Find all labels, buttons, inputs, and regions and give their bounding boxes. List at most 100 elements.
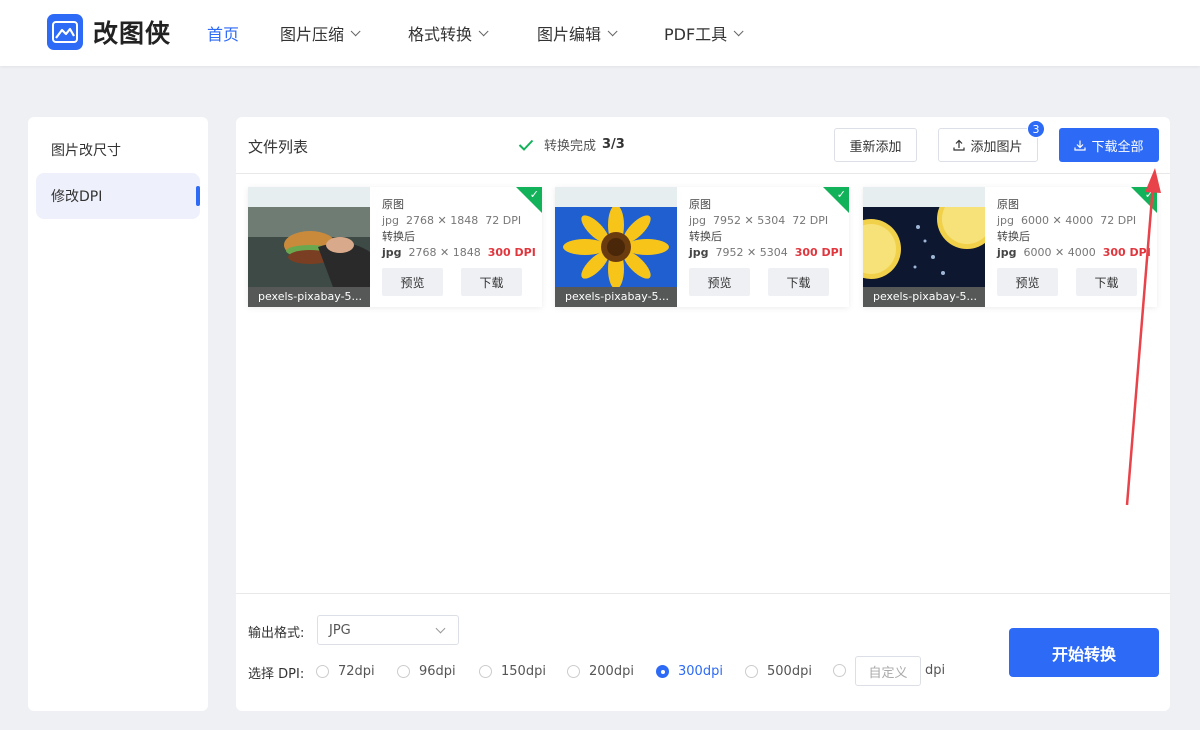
- sidebar-item-label: 图片改尺寸: [51, 143, 121, 159]
- file-info: 原图 jpg 6000 ✕ 4000 72 DPI 转换后 jpg 6000 ✕…: [997, 197, 1151, 261]
- original-size: 7952 ✕ 5304: [713, 214, 786, 227]
- file-card: pexels-pixabay-5... 原图 jpg 7952 ✕ 5304 7…: [555, 187, 849, 307]
- add-image-button[interactable]: 添加图片 3: [938, 120, 1045, 162]
- divider: [236, 173, 1170, 174]
- converted-label: 转换后: [997, 230, 1030, 243]
- dpi-label: 选择 DPI:: [248, 667, 305, 682]
- burger-photo: [248, 207, 370, 287]
- conversion-status: 转换完成 3/3: [518, 135, 625, 154]
- top-bar: 改图侠 首页 图片压缩 格式转换 图片编辑 PDF工具: [0, 0, 1200, 66]
- original-size: 2768 ✕ 1848: [406, 214, 479, 227]
- radio-icon: [479, 665, 492, 678]
- dpi-option-label: 72dpi: [338, 664, 375, 679]
- chevron-down-icon: [733, 25, 744, 36]
- upload-icon: [953, 139, 966, 151]
- dpi-option-200[interactable]: 200dpi: [567, 664, 634, 679]
- converted-dpi: 300 DPI: [487, 246, 536, 259]
- radio-selected-icon: [656, 665, 669, 678]
- converted-size: 7952 ✕ 5304: [715, 246, 788, 259]
- output-format-label: 输出格式:: [248, 626, 305, 641]
- custom-dpi-unit: dpi: [925, 663, 946, 678]
- active-indicator: [196, 186, 200, 206]
- dpi-option-custom[interactable]: [833, 664, 855, 677]
- nav-image-compress[interactable]: 图片压缩: [280, 0, 361, 66]
- nav-home[interactable]: 首页: [207, 0, 239, 66]
- dpi-option-label: 96dpi: [419, 664, 456, 679]
- status-text: 转换完成: [544, 139, 597, 154]
- sidebar-item-change-dpi[interactable]: 修改DPI: [36, 173, 200, 219]
- logo[interactable]: 改图侠: [47, 14, 171, 50]
- chevron-down-icon: [350, 25, 361, 36]
- dpi-option-label: 300dpi: [678, 664, 723, 679]
- dpi-option-label: 500dpi: [767, 664, 812, 679]
- converted-format: jpg: [382, 246, 402, 259]
- status-count: 3/3: [602, 137, 625, 152]
- converted-label: 转换后: [689, 230, 722, 243]
- custom-dpi-input[interactable]: 自定义: [855, 656, 921, 686]
- output-format-select[interactable]: JPG: [317, 615, 459, 645]
- preview-button[interactable]: 预览: [382, 268, 443, 296]
- nav-image-compress-label: 图片压缩: [280, 25, 345, 44]
- original-label: 原图: [689, 198, 711, 211]
- original-label: 原图: [382, 198, 404, 211]
- converted-size: 2768 ✕ 1848: [408, 246, 481, 259]
- converted-format: jpg: [689, 246, 709, 259]
- radio-icon: [316, 665, 329, 678]
- original-size: 6000 ✕ 4000: [1021, 214, 1094, 227]
- radio-icon: [745, 665, 758, 678]
- chevron-down-icon: [478, 25, 489, 36]
- file-thumbnail[interactable]: pexels-pixabay-5...: [555, 187, 677, 307]
- logo-icon: [47, 14, 83, 50]
- nav-pdf-tools[interactable]: PDF工具: [664, 0, 744, 66]
- nav-home-label: 首页: [207, 25, 240, 44]
- dpi-option-150[interactable]: 150dpi: [479, 664, 546, 679]
- converted-dpi: 300 DPI: [1102, 246, 1151, 259]
- file-name: pexels-pixabay-5...: [555, 287, 677, 307]
- file-count-badge: 3: [1027, 120, 1045, 138]
- converted-dpi: 300 DPI: [794, 246, 843, 259]
- dpi-option-label: 200dpi: [589, 664, 634, 679]
- chevron-down-icon: [435, 623, 446, 634]
- original-dpi: 72 DPI: [792, 214, 829, 227]
- download-button[interactable]: 下载: [461, 268, 522, 296]
- nav-image-edit-label: 图片编辑: [537, 25, 602, 44]
- check-icon: ✓: [1144, 188, 1154, 201]
- download-all-button[interactable]: 下载全部: [1059, 128, 1159, 162]
- file-name: pexels-pixabay-5...: [248, 287, 370, 307]
- check-icon: ✓: [529, 188, 539, 201]
- file-info: 原图 jpg 2768 ✕ 1848 72 DPI 转换后 jpg 2768 ✕…: [382, 197, 536, 261]
- download-button[interactable]: 下载: [1076, 268, 1137, 296]
- converted-format: jpg: [997, 246, 1017, 259]
- file-thumbnail[interactable]: pexels-pixabay-5...: [863, 187, 985, 307]
- download-button[interactable]: 下载: [768, 268, 829, 296]
- radio-icon: [397, 665, 410, 678]
- original-dpi: 72 DPI: [485, 214, 522, 227]
- file-name: pexels-pixabay-5...: [863, 287, 985, 307]
- file-thumbnail[interactable]: pexels-pixabay-5...: [248, 187, 370, 307]
- converted-label: 转换后: [382, 230, 415, 243]
- preview-button[interactable]: 预览: [689, 268, 750, 296]
- sidebar-item-resize[interactable]: 图片改尺寸: [36, 127, 200, 173]
- re-add-button[interactable]: 重新添加: [834, 128, 917, 162]
- check-icon: ✓: [836, 188, 846, 201]
- dpi-option-500[interactable]: 500dpi: [745, 664, 812, 679]
- original-dpi: 72 DPI: [1100, 214, 1137, 227]
- dpi-option-72[interactable]: 72dpi: [316, 664, 375, 679]
- dpi-option-300[interactable]: 300dpi: [656, 664, 723, 679]
- preview-button[interactable]: 预览: [997, 268, 1058, 296]
- nav-image-edit[interactable]: 图片编辑: [537, 0, 618, 66]
- sidebar: 图片改尺寸 修改DPI: [28, 117, 208, 711]
- nav-format-convert[interactable]: 格式转换: [408, 0, 489, 66]
- dpi-option-96[interactable]: 96dpi: [397, 664, 456, 679]
- radio-icon: [567, 665, 580, 678]
- start-convert-button[interactable]: 开始转换: [1009, 628, 1159, 677]
- output-format-value: JPG: [329, 622, 351, 638]
- file-info: 原图 jpg 7952 ✕ 5304 72 DPI 转换后 jpg 7952 ✕…: [689, 197, 843, 261]
- download-icon: [1074, 140, 1087, 151]
- original-format: jpg: [382, 214, 400, 227]
- file-list-title: 文件列表: [248, 138, 309, 156]
- chevron-down-icon: [607, 25, 618, 36]
- dpi-option-label: 150dpi: [501, 664, 546, 679]
- re-add-label: 重新添加: [849, 139, 902, 155]
- divider: [236, 593, 1170, 594]
